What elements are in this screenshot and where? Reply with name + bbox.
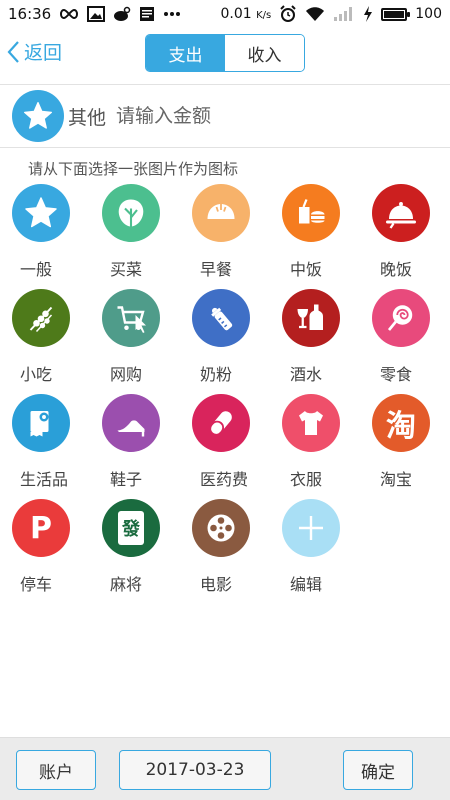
category-item[interactable]: 鞋子 bbox=[90, 394, 180, 499]
mahjong-glyph: 發 bbox=[118, 511, 144, 545]
baby-bottle-icon bbox=[192, 289, 250, 347]
taobao-icon: 淘 bbox=[372, 394, 430, 452]
category-item[interactable]: 淘淘宝 bbox=[360, 394, 450, 499]
battery-fill bbox=[384, 10, 405, 18]
category-item[interactable]: 生活品 bbox=[0, 394, 90, 499]
image-icon bbox=[87, 6, 106, 22]
category-item[interactable]: 电影 bbox=[180, 499, 270, 604]
plus-icon bbox=[282, 499, 340, 557]
battery-text: 100 bbox=[415, 6, 442, 22]
pill-icon bbox=[192, 394, 250, 452]
lollipop-icon bbox=[372, 289, 430, 347]
skewer-icon bbox=[12, 289, 70, 347]
category-item[interactable]: 中饭 bbox=[270, 184, 360, 289]
battery-indicator: 100 bbox=[381, 6, 442, 22]
account-button[interactable]: 账户 bbox=[16, 750, 96, 790]
category-item[interactable]: 發麻将 bbox=[90, 499, 180, 604]
category-item[interactable]: 医药费 bbox=[180, 394, 270, 499]
wine-icon bbox=[282, 289, 340, 347]
shopping-cart-icon bbox=[102, 289, 160, 347]
type-segmented-control: 支出 收入 bbox=[145, 34, 305, 72]
back-label: 返回 bbox=[24, 42, 63, 64]
more-dots-icon bbox=[163, 11, 181, 17]
confirm-button[interactable]: 确定 bbox=[343, 750, 413, 790]
chevron-left-icon bbox=[7, 40, 19, 63]
cabbage-icon bbox=[102, 184, 160, 242]
tab-income[interactable]: 收入 bbox=[225, 35, 304, 71]
dinner-cloche-icon bbox=[372, 184, 430, 242]
category-item[interactable]: 早餐 bbox=[180, 184, 270, 289]
category-item[interactable]: 编辑 bbox=[270, 499, 360, 604]
signal-icon bbox=[333, 6, 355, 22]
bottom-bar: 账户 2017-03-23 确定 bbox=[0, 737, 450, 800]
category-label: 小吃 bbox=[20, 365, 53, 384]
category-label: 一般 bbox=[20, 260, 53, 279]
parking-glyph: P bbox=[30, 510, 52, 546]
tab-expense[interactable]: 支出 bbox=[146, 35, 225, 71]
category-label: 医药费 bbox=[200, 470, 249, 489]
category-label: 编辑 bbox=[290, 575, 323, 594]
category-item[interactable]: 网购 bbox=[90, 289, 180, 394]
back-button[interactable]: 返回 bbox=[6, 38, 62, 65]
status-time: 16:36 bbox=[8, 5, 52, 23]
category-label: 停车 bbox=[20, 575, 53, 594]
category-label: 晚饭 bbox=[380, 260, 413, 279]
category-label: 买菜 bbox=[110, 260, 143, 279]
film-reel-icon bbox=[192, 499, 250, 557]
category-item[interactable]: 零食 bbox=[360, 289, 450, 394]
news-icon bbox=[139, 6, 155, 22]
selected-category-icon[interactable] bbox=[12, 90, 64, 142]
mahjong-icon: 發 bbox=[102, 499, 160, 557]
category-item[interactable]: P 停车 bbox=[0, 499, 90, 604]
header: 返回 支出 收入 bbox=[0, 28, 450, 78]
taobao-glyph: 淘 bbox=[386, 409, 416, 444]
charging-icon bbox=[363, 6, 373, 22]
category-label: 早餐 bbox=[200, 260, 233, 279]
infinity-icon bbox=[59, 8, 79, 20]
category-label: 衣服 bbox=[290, 470, 323, 489]
parking-icon: P bbox=[12, 499, 70, 557]
fastfood-icon bbox=[282, 184, 340, 242]
bun-icon bbox=[192, 184, 250, 242]
selected-category-label: 其他 bbox=[68, 106, 107, 129]
category-item[interactable]: 一般 bbox=[0, 184, 90, 289]
high-heel-icon bbox=[102, 394, 160, 452]
alarm-icon bbox=[279, 5, 297, 23]
divider bbox=[0, 147, 450, 148]
category-label: 中饭 bbox=[290, 260, 323, 279]
star-icon bbox=[12, 184, 70, 242]
category-item[interactable]: 衣服 bbox=[270, 394, 360, 499]
category-label: 网购 bbox=[110, 365, 143, 384]
category-label: 零食 bbox=[380, 365, 413, 384]
star-icon bbox=[24, 102, 52, 129]
amount-input[interactable] bbox=[116, 105, 397, 127]
divider bbox=[0, 84, 450, 85]
battery-icon bbox=[381, 7, 411, 21]
category-label: 电影 bbox=[200, 575, 233, 594]
category-item[interactable]: 奶粉 bbox=[180, 289, 270, 394]
category-label: 麻将 bbox=[110, 575, 143, 594]
category-label: 奶粉 bbox=[200, 365, 233, 384]
weibo-icon bbox=[113, 6, 131, 22]
date-button[interactable]: 2017-03-23 bbox=[119, 750, 271, 790]
toilet-paper-icon bbox=[12, 394, 70, 452]
shirt-icon bbox=[282, 394, 340, 452]
amount-row: 其他 bbox=[0, 86, 450, 146]
category-item[interactable]: 晚饭 bbox=[360, 184, 450, 289]
category-label: 淘宝 bbox=[380, 470, 413, 489]
category-item[interactable]: 酒水 bbox=[270, 289, 360, 394]
network-speed: 0.01 K/s bbox=[220, 6, 272, 22]
wifi-icon bbox=[305, 6, 325, 22]
category-label: 酒水 bbox=[290, 365, 323, 384]
category-item[interactable]: 买菜 bbox=[90, 184, 180, 289]
category-item[interactable]: 小吃 bbox=[0, 289, 90, 394]
status-bar: 16:36 0.01 K/s 100 bbox=[0, 0, 450, 28]
category-label: 生活品 bbox=[20, 470, 69, 489]
icon-hint-text: 请从下面选择一张图片作为图标 bbox=[28, 160, 239, 178]
category-label: 鞋子 bbox=[110, 470, 143, 489]
